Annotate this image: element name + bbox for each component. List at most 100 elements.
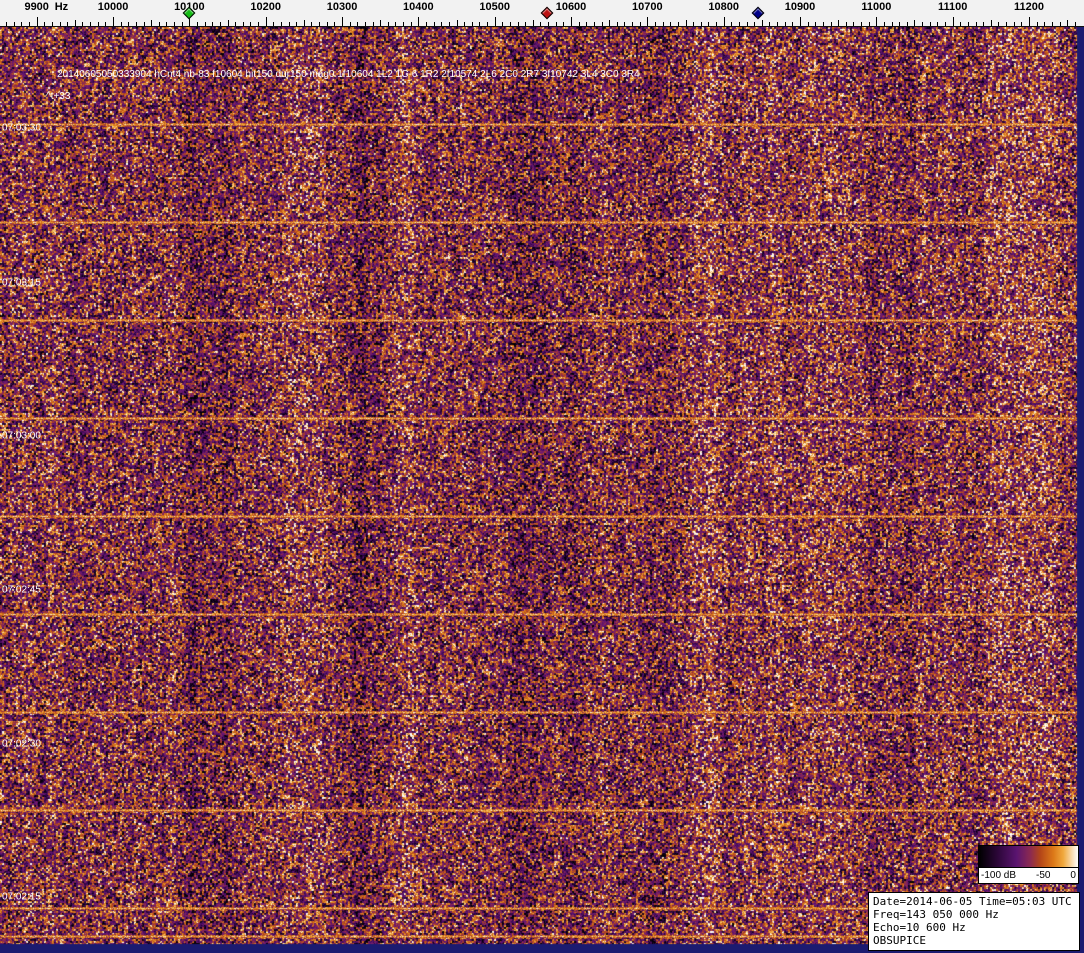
ruler-tick [166,22,167,26]
ruler-tick [495,17,496,26]
ruler-tick [21,22,22,26]
event-info-text: 20140605050333904 hCnt4 nb-83 f10604 hit… [57,69,640,80]
ruler-unit: Hz [55,1,68,13]
ruler-tick [373,22,374,26]
ruler-tick [624,22,625,26]
ruler-tick [693,22,694,26]
ruler-tick [563,22,564,26]
ruler-tick [518,22,519,26]
ruler-tick [800,17,801,26]
ruler-tick [510,22,511,26]
ruler-tick [60,22,61,26]
time-label: 07:02:15 [2,892,41,903]
ruler-label-11200: 11200 [1014,1,1044,13]
ruler-tick [808,22,809,26]
ruler-tick [1021,22,1022,26]
ruler-tick [144,22,145,26]
ruler-tick [922,22,923,26]
ruler-label-10000: 10000 [98,1,129,13]
ruler-tick [357,22,358,26]
frequency-ruler[interactable]: Hz 9900100001010010200103001040010500106… [0,0,1084,27]
info-frequency: Freq=143 050 000 Hz [873,908,1075,921]
ruler-tick [418,17,419,26]
ruler-tick [960,22,961,26]
ruler-tick [823,22,824,26]
ruler-tick [205,22,206,26]
ruler-tick [945,22,946,26]
ruler-tick [1052,22,1053,26]
ruler-tick [174,22,175,26]
meteor-spectrogram-app: 20140605050333904 hCnt4 nb-83 f10604 hit… [0,0,1084,953]
ruler-tick [457,20,458,26]
ruler-tick [159,22,160,26]
ruler-tick [609,20,610,26]
ruler-tick [365,22,366,26]
ruler-tick [991,20,992,26]
ruler-tick [334,22,335,26]
ruler-tick [296,22,297,26]
red-frequency-marker-diamond-icon[interactable] [540,7,553,20]
ruler-tick [6,22,7,26]
ruler-tick [113,17,114,26]
ruler-tick [953,17,954,26]
ruler-tick [98,22,99,26]
info-date-time: Date=2014-06-05 Time=05:03 UTC [873,895,1075,908]
ruler-tick [281,22,282,26]
ruler-tick [869,22,870,26]
ruler-tick [899,22,900,26]
ruler-tick [319,22,320,26]
ruler-tick [273,22,274,26]
ruler-label-10200: 10200 [250,1,281,13]
ruler-label-10800: 10800 [708,1,739,13]
ruler-tick [380,20,381,26]
ruler-tick [1075,22,1076,26]
ruler-tick [579,22,580,26]
ruler-tick [762,20,763,26]
spectrogram-area[interactable]: 20140605050333904 hCnt4 nb-83 f10604 hit… [0,0,1084,953]
ruler-tick [449,22,450,26]
ruler-tick [105,22,106,26]
ruler-tick [968,22,969,26]
ruler-tick [892,22,893,26]
ruler-tick [739,22,740,26]
ruler-label-9900: 9900 [24,1,48,13]
ruler-tick [44,22,45,26]
ruler-tick [663,22,664,26]
blue-frequency-marker-diamond-icon[interactable] [752,7,765,20]
ruler-tick [441,22,442,26]
info-box: Date=2014-06-05 Time=05:03 UTC Freq=143 … [868,892,1080,951]
ruler-tick [815,22,816,26]
ruler-tick [304,20,305,26]
ruler-tick [327,22,328,26]
ruler-label-10500: 10500 [479,1,510,13]
ruler-tick [395,22,396,26]
ruler-tick [403,22,404,26]
ruler-tick [82,22,83,26]
ruler-tick [853,22,854,26]
ruler-tick [182,22,183,26]
time-cursor-text: ^t+33 [46,91,70,102]
ruler-tick [426,22,427,26]
ruler-tick [14,22,15,26]
ruler-tick [90,22,91,26]
ruler-tick [617,22,618,26]
ruler-tick [388,22,389,26]
ruler-tick [464,22,465,26]
ruler-tick [235,22,236,26]
ruler-tick [647,17,648,26]
ruler-tick [37,17,38,26]
ruler-tick [212,22,213,26]
ruler-tick [220,22,221,26]
spectrogram-canvas[interactable] [0,27,1084,953]
ruler-tick [785,22,786,26]
ruler-tick [769,22,770,26]
ruler-label-10900: 10900 [785,1,816,13]
ruler-tick [884,22,885,26]
info-station: OBSUPICE [873,934,1075,947]
ruler-tick [525,22,526,26]
ruler-tick [1029,17,1030,26]
ruler-tick [434,22,435,26]
ruler-tick [861,22,862,26]
ruler-tick [998,22,999,26]
ruler-tick [533,20,534,26]
